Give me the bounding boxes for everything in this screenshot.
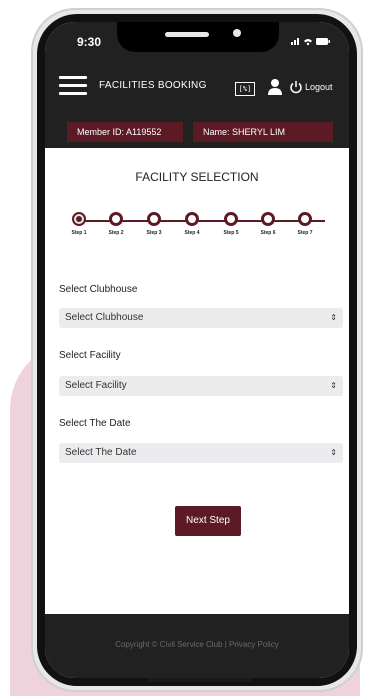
page-title: FACILITY SELECTION <box>135 170 259 184</box>
step-7: Step 7 <box>289 212 321 236</box>
step-indicator-active <box>72 212 86 226</box>
step-progress: Step 1 Step 2 Step 3 Step 4 Step 5 Step … <box>69 212 335 252</box>
date-label: Select The Date <box>59 418 131 429</box>
date-select-value: Select The Date <box>65 447 137 458</box>
step-6: Step 6 <box>252 212 284 236</box>
chevron-updown-icon: ⇕ <box>330 448 337 457</box>
step-indicator <box>109 212 123 226</box>
step-indicator <box>298 212 312 226</box>
step-5: Step 5 <box>215 212 247 236</box>
calculator-icon[interactable]: [%] <box>235 82 255 96</box>
footer: Copyright © Civil Service Club | Privacy… <box>45 614 349 678</box>
step-label: Step 7 <box>297 230 313 236</box>
phone-screen: 9:30 FACILITIES BOOKING [%] Logout Membe… <box>45 22 349 678</box>
facility-select-value: Select Facility <box>65 380 127 391</box>
step-label: Step 5 <box>223 230 239 236</box>
next-step-button[interactable]: Next Step <box>175 506 241 536</box>
step-indicator <box>261 212 275 226</box>
step-3: Step 3 <box>138 212 170 236</box>
step-indicator <box>147 212 161 226</box>
power-icon[interactable] <box>289 80 303 94</box>
clubhouse-select[interactable]: Select Clubhouse ⇕ <box>59 308 343 328</box>
facility-select[interactable]: Select Facility ⇕ <box>59 376 343 396</box>
step-4: Step 4 <box>176 212 208 236</box>
clubhouse-label: Select Clubhouse <box>59 284 138 295</box>
step-label: Step 6 <box>260 230 276 236</box>
camera <box>233 29 241 37</box>
home-indicator <box>147 678 251 682</box>
step-label: Step 1 <box>71 230 87 236</box>
speaker <box>165 32 209 37</box>
app-title: FACILITIES BOOKING <box>99 80 207 91</box>
footer-copyright[interactable]: Copyright © Civil Service Club | Privacy… <box>45 640 349 649</box>
facility-label: Select Facility <box>59 350 121 361</box>
member-id-badge: Member ID: A119552 <box>67 122 183 142</box>
app-header: FACILITIES BOOKING [%] Logout Member ID:… <box>45 64 349 148</box>
chevron-updown-icon: ⇕ <box>330 313 337 322</box>
menu-icon[interactable] <box>59 76 87 96</box>
step-indicator <box>224 212 238 226</box>
user-icon[interactable] <box>267 78 283 96</box>
status-bar: 9:30 <box>45 22 349 64</box>
step-label: Step 2 <box>108 230 124 236</box>
status-icons <box>291 36 331 49</box>
logout-button[interactable]: Logout <box>305 82 333 92</box>
step-label: Step 4 <box>184 230 200 236</box>
step-1: Step 1 <box>63 212 95 236</box>
step-label: Step 3 <box>146 230 162 236</box>
clubhouse-select-value: Select Clubhouse <box>65 312 144 323</box>
notch <box>117 22 279 52</box>
step-indicator <box>185 212 199 226</box>
signal-wifi-battery-icon <box>291 38 330 46</box>
chevron-updown-icon: ⇕ <box>330 381 337 390</box>
phone-frame: 9:30 FACILITIES BOOKING [%] Logout Membe… <box>31 8 363 692</box>
status-time: 9:30 <box>77 35 102 49</box>
member-name-badge: Name: SHERYL LIM <box>193 122 333 142</box>
date-select[interactable]: Select The Date ⇕ <box>59 443 343 463</box>
step-2: Step 2 <box>100 212 132 236</box>
